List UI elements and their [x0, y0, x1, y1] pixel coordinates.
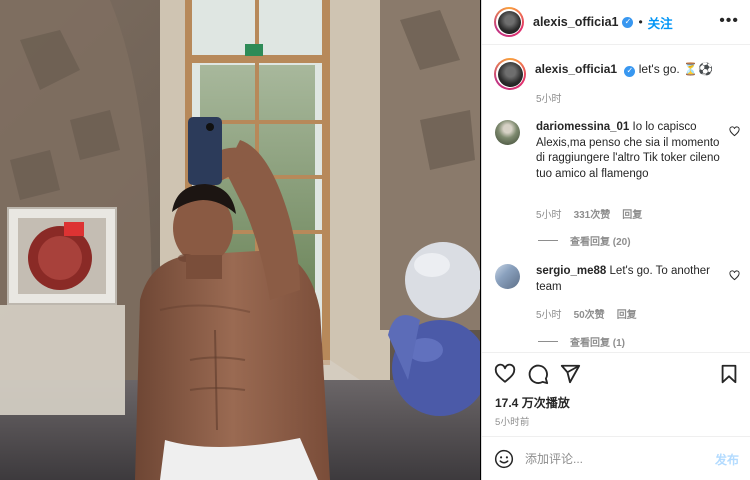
more-icon[interactable]: ••• [719, 13, 739, 29]
view-replies-button[interactable]: 查看回复 (20) [538, 233, 631, 248]
separator-dot: • [638, 15, 643, 29]
comment-icon[interactable] [527, 363, 549, 385]
comment-likes[interactable]: 50次赞 [574, 306, 605, 321]
comment-likes[interactable]: 331次赞 [574, 206, 611, 221]
comment-time[interactable]: 5小时 [536, 306, 562, 321]
view-count[interactable]: 17.4 万次播放 [495, 394, 570, 411]
emoji-icon[interactable] [494, 449, 514, 469]
caption-username[interactable]: alexis_officia1 [535, 62, 617, 76]
replies-divider [538, 341, 558, 342]
author-avatar[interactable] [494, 7, 524, 37]
caption-avatar[interactable] [494, 58, 526, 90]
verified-badge-icon: ✓ [624, 65, 636, 77]
add-comment-bar: 发布 [482, 436, 750, 480]
replies-divider [538, 240, 558, 241]
caption-text: let's go. ⏳⚽ [638, 62, 713, 76]
reply-button[interactable]: 回复 [617, 306, 637, 321]
follow-button[interactable]: 关注 [648, 13, 673, 32]
post-caption: alexis_officia1 ✓ let's go. ⏳⚽ [494, 58, 713, 90]
comment-input[interactable] [525, 450, 695, 468]
author-username[interactable]: alexis_officia1 [533, 15, 618, 29]
post-comment-button[interactable]: 发布 [715, 451, 739, 468]
post-detail-panel: alexis_officia1 ✓ • 关注 ••• alexis_offici… [481, 0, 750, 480]
commenter-avatar[interactable] [495, 120, 520, 145]
verified-badge-icon: ✓ [622, 16, 634, 28]
view-replies-button[interactable]: 查看回复 (1) [538, 334, 625, 349]
view-replies-label: 查看回复 (20) [570, 237, 631, 248]
comment-username[interactable]: dariomessina_01 [536, 121, 629, 133]
comment-text-block: dariomessina_01 Io lo capisco Alexis,ma … [536, 120, 720, 182]
post-header: alexis_officia1 ✓ • 关注 ••• [482, 0, 750, 45]
commenter-avatar[interactable] [495, 264, 520, 289]
comment-meta: 5小时 331次赞 回复 [536, 206, 642, 221]
comment-text-block: sergio_me88 Let's go. To another team [536, 264, 720, 295]
comment-time[interactable]: 5小时 [536, 206, 562, 221]
caption-text-block: alexis_officia1 ✓ let's go. ⏳⚽ [535, 61, 713, 90]
comment-username[interactable]: sergio_me88 [536, 265, 606, 277]
heart-icon[interactable] [494, 363, 516, 385]
reply-button[interactable]: 回复 [622, 206, 642, 221]
post-video[interactable] [0, 0, 480, 480]
view-replies-label: 查看回复 (1) [570, 338, 625, 349]
comments-list[interactable]: alexis_officia1 ✓ let's go. ⏳⚽ 5小时 dario… [482, 46, 750, 351]
share-icon[interactable] [559, 363, 581, 385]
caption-time[interactable]: 5小时 [536, 90, 562, 105]
action-bar [482, 352, 750, 392]
comment-meta: 5小时 50次赞 回复 [536, 306, 637, 321]
bookmark-icon[interactable] [718, 363, 740, 385]
posted-time[interactable]: 5小时前 [495, 414, 530, 428]
video-frame [0, 0, 480, 480]
heart-icon[interactable] [729, 270, 740, 281]
heart-icon[interactable] [729, 126, 740, 137]
